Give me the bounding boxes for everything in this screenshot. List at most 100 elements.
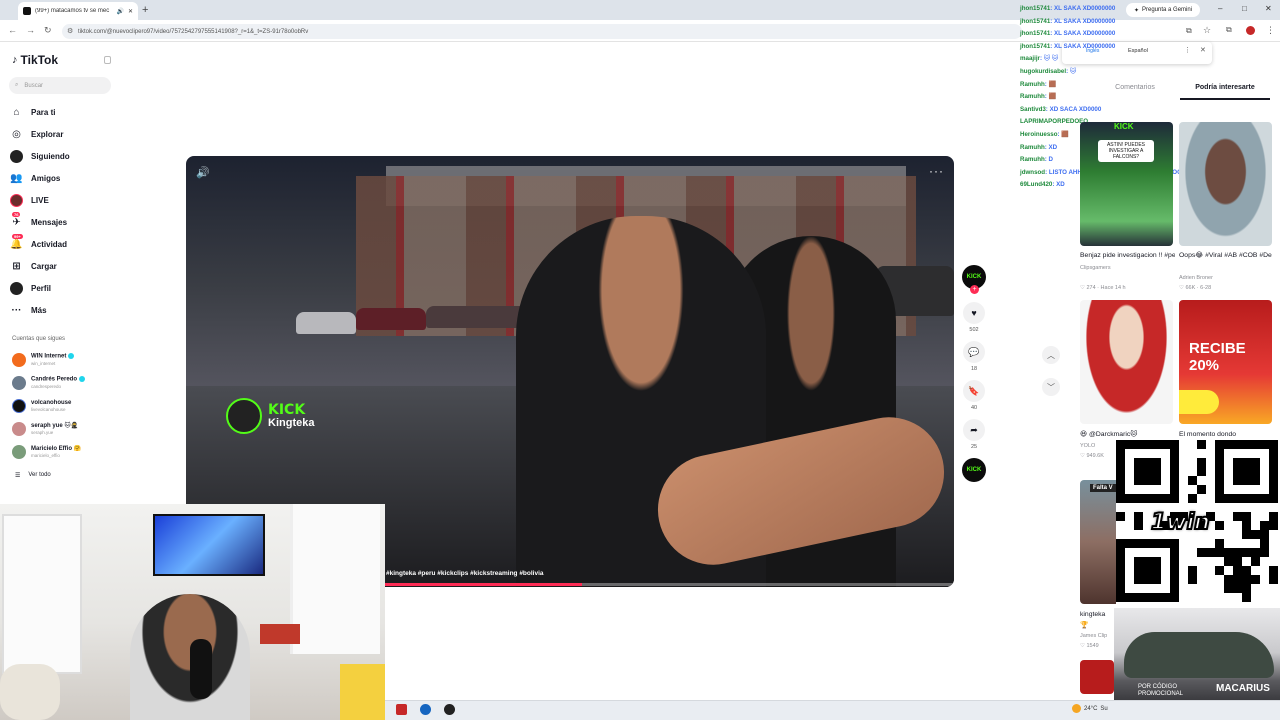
translate-lang-target[interactable]: Español [1128,48,1148,54]
new-tab-button[interactable]: + [142,4,148,16]
nav-label: Siguiendo [31,151,70,161]
share-icon[interactable]: ➦ [963,419,985,441]
more-options-icon[interactable]: ··· [929,164,944,178]
forward-icon[interactable]: → [26,25,35,35]
video-hashtags[interactable]: #kingteka #peru #kickclips #kickstreamin… [386,570,544,577]
card-caption[interactable]: Benjaz pide investigacion !! #peru... [1080,251,1175,260]
following-account[interactable]: Candrés Peredo candresperedo [12,373,117,393]
collapse-sidebar-icon[interactable] [104,56,111,64]
tiktok-logo[interactable]: ♪ TikTok [12,53,58,67]
translate-icon[interactable]: ⧉ [1186,26,1192,36]
card-likes: 1549 [1086,643,1099,649]
tab-podria-interesarte[interactable]: Podría interesarte [1180,84,1270,100]
chat-message: Santivd3: XD SACA XD0000 [1020,106,1101,114]
profile-avatar-icon[interactable] [1246,26,1255,35]
music-disc[interactable]: KICK [962,458,986,482]
card-caption[interactable]: kingteka 🏆 reencuent [1080,609,1114,631]
qr-module [1242,521,1251,530]
share-action[interactable]: ➦ 25 [962,419,986,450]
following-account[interactable]: Maricielo Effio 🤗 maricielo_effio [12,442,117,462]
browser-tab[interactable]: (99+) matacamos tv se mec 🔊 ✕ [18,2,138,20]
following-section-title: Cuentas que sigues [12,336,66,342]
video-thumbnail[interactable] [1080,300,1173,424]
nav-label: Cargar [31,261,57,271]
previous-video-button[interactable]: ︿ [1042,346,1060,364]
qr-module [1251,530,1260,539]
reload-icon[interactable]: ↻ [44,25,52,36]
right-panel-tabs: Comentarios Podría interesarte [1090,84,1270,100]
nav-item-actividad[interactable]: 🔔 99+ Actividad [10,233,115,253]
nav-item-amigos[interactable]: 👥 Amigos [10,169,115,187]
tab-audio-icon[interactable]: 🔊 [116,8,123,15]
card-caption[interactable]: Oops😂 #Viral #AB #COB #DeenTheGreat... [1179,251,1272,260]
qr-module [1224,557,1233,566]
video-thumbnail[interactable]: ASTIN! PUEDES INVESTIGAR A FALCONS? KICK [1080,122,1173,246]
card-caption[interactable]: El momento dondo [1179,430,1272,439]
qr-finder-pattern [1233,458,1260,485]
video-thumbnail[interactable]: RECIBE 20% [1179,300,1272,424]
nav-item-explorar[interactable]: ◎ Explorar [10,125,115,143]
comment-icon[interactable]: 💬 [963,341,985,363]
nav-item-cargar[interactable]: ⊞ Cargar [10,257,115,275]
kick-watermark: KICK Kingteka [226,398,314,434]
nav-item-mas[interactable]: ··· Más [10,301,115,319]
following-account[interactable]: volcanohouse livevolcanohouse [12,396,117,416]
creator-avatar[interactable]: KICK + [962,265,986,295]
site-info-icon[interactable]: ⚙ [67,27,73,35]
weather-widget[interactable]: 24°C Su [1072,704,1108,713]
nav-label: Más [31,305,47,315]
search-input[interactable]: ⌕ Buscar [9,77,111,94]
tab-close-icon[interactable]: ✕ [128,8,133,15]
upload-icon: ⊞ [12,260,21,272]
back-icon[interactable]: ← [8,25,17,35]
obs-icon[interactable] [444,704,455,715]
card-author[interactable]: Clipsgamers [1080,264,1111,272]
minimize-button[interactable]: – [1218,4,1222,13]
avatar [12,445,26,459]
maximize-button[interactable]: □ [1242,4,1247,13]
bookmark-icon[interactable]: 🔖 [963,380,985,402]
qr-module [1215,521,1224,530]
save-action[interactable]: 🔖 40 [962,380,986,411]
nav-item-siguiendo[interactable]: Siguiendo [10,147,115,165]
url-field[interactable]: ⚙ tiktok.com/@nuevoclipero97/video/75725… [62,24,1022,39]
gemini-button[interactable]: ✦ Pregunta a Gemini [1126,3,1200,17]
like-action[interactable]: ♥ 502 [962,302,986,333]
close-window-button[interactable]: ✕ [1265,4,1272,13]
steam-icon[interactable] [420,704,431,715]
qr-module [1134,512,1143,521]
next-video-button[interactable]: ﹀ [1042,378,1060,396]
video-thumbnail[interactable] [1080,660,1114,694]
tab-comentarios[interactable]: Comentarios [1090,84,1180,100]
heart-icon[interactable]: ♥ [963,302,985,324]
extensions-icon[interactable]: ⧉ [1226,25,1232,35]
card-author[interactable]: Adrien Broner [1179,274,1213,282]
video-thumbnail[interactable] [1179,122,1272,246]
follow-plus-icon[interactable]: + [970,285,979,294]
chat-username: jhon15741 [1020,17,1051,25]
taskbar-app-icon[interactable] [396,704,407,715]
following-account[interactable]: seraph yue 🐱🥷 seraph.yue [12,419,117,439]
browser-menu-icon[interactable]: ⋮ [1266,25,1275,36]
tiktok-note-icon: ♪ [12,54,18,66]
qr-module [1188,575,1197,584]
more-icon: ··· [11,304,22,316]
bookmark-star-icon[interactable]: ☆ [1203,25,1211,36]
url-text: tiktok.com/@nuevoclipero97/video/7572542… [78,28,309,35]
translate-close-icon[interactable]: ✕ [1200,46,1206,54]
qr-module [1269,575,1278,584]
chat-message: hugokurdisabel: 🐱 [1020,68,1076,76]
card-author[interactable]: YOLO [1080,442,1095,450]
see-all-link[interactable]: ☰ Ver todo [15,472,51,479]
nav-item-live[interactable]: LIVE [10,191,115,209]
card-caption[interactable]: 😆 @Darckmaric🐱 [1080,430,1175,439]
comment-action[interactable]: 💬 18 [962,341,986,372]
card-author[interactable]: James Clip [1080,632,1114,640]
messages-badge: 76 [12,211,21,217]
nav-item-perfil[interactable]: Perfil [10,279,115,297]
translate-options-icon[interactable]: ⋮ [1184,46,1191,54]
nav-item-para-ti[interactable]: ⌂ Para ti [10,103,115,121]
volume-icon[interactable]: 🔊 [196,166,210,179]
nav-item-mensajes[interactable]: ✈ 76 Mensajes [10,211,115,231]
following-account[interactable]: WIN Internet win_internet [12,350,117,370]
